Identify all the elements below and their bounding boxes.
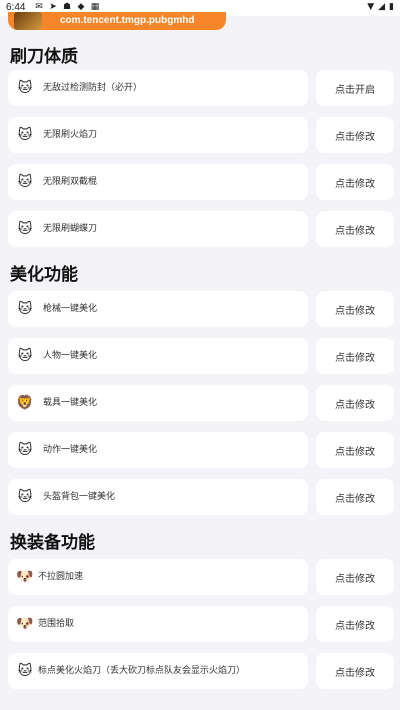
modify-button[interactable]: 点击修改	[316, 117, 394, 153]
section-title-blade: 刷刀体质	[10, 47, 78, 67]
row-label: 标点美化火焰刀（丢大砍刀标点队友会显示火焰刀）	[38, 666, 246, 676]
android-icon: ☗	[62, 2, 72, 12]
section-title-beautify: 美化功能	[10, 265, 78, 285]
row-label: 无限刷蝴蝶刀	[43, 224, 98, 234]
cat-icon: 🐱	[17, 174, 33, 190]
send-icon: ➤	[49, 2, 57, 12]
signal-icon: ◢	[378, 2, 386, 12]
cat-icon: 🐱	[17, 80, 33, 96]
cat-icon: 🐱	[17, 127, 33, 143]
row-label: 载具一键美化	[43, 398, 98, 408]
cat-icon: 🐱	[17, 489, 33, 505]
list-item: 🐶 不拉圆加速	[8, 559, 308, 595]
modify-button[interactable]: 点击修改	[316, 338, 394, 374]
row-label: 动作一键美化	[43, 445, 98, 455]
row-label: 枪械一键美化	[43, 304, 98, 314]
row-label: 头盔背包一键美化	[43, 492, 116, 502]
modify-button[interactable]: 点击修改	[316, 653, 394, 689]
row-label: 不拉圆加速	[38, 572, 84, 582]
modify-button[interactable]: 点击修改	[316, 432, 394, 468]
modify-button[interactable]: 点击修改	[316, 385, 394, 421]
cat-icon: 🐱	[17, 301, 33, 317]
lion-icon: 🦁	[16, 395, 34, 411]
status-left-icons: ✉ ➤ ☗ ◆ ▦	[34, 2, 100, 12]
modify-button[interactable]: 点击修改	[316, 211, 394, 247]
cat-icon: 🐱	[17, 442, 33, 458]
row-label: 无限刷双截棍	[43, 177, 98, 187]
wifi-icon: ▼	[367, 2, 375, 12]
row-label: 无限刷火焰刀	[43, 130, 98, 140]
list-item: 🐱 无限刷蝴蝶刀	[8, 211, 308, 247]
list-item: 🐱 枪械一键美化	[8, 291, 308, 327]
modify-button[interactable]: 点击修改	[316, 164, 394, 200]
mail-icon: ✉	[35, 2, 43, 12]
row-label: 范围拾取	[38, 619, 75, 629]
modify-button[interactable]: 点击修改	[316, 291, 394, 327]
cat-icon: 🐱	[17, 348, 33, 364]
row-label: 无敌过检测防封（必开）	[43, 83, 143, 93]
list-item: 🐱 动作一键美化	[8, 432, 308, 468]
game-logo	[14, 12, 42, 30]
list-item: 🐱 无限刷火焰刀	[8, 117, 308, 153]
list-item: 🦁 载具一键美化	[8, 385, 308, 421]
list-item: 🐱 标点美化火焰刀（丢大砍刀标点队友会显示火焰刀）	[8, 653, 308, 689]
list-item: 🐱 头盔背包一键美化	[8, 479, 308, 515]
list-item: 🐱 人物一键美化	[8, 338, 308, 374]
list-item: 🐶 范围拾取	[8, 606, 308, 642]
list-item: 🐱 无敌过检测防封（必开）	[8, 70, 308, 106]
modify-button[interactable]: 点击修改	[316, 606, 394, 642]
cat-icon: 🐱	[17, 663, 33, 679]
dog-icon: 🐶	[16, 569, 34, 585]
cat-icon: 🐱	[17, 221, 33, 237]
package-name: com.tencent.tmgp.pubgmhd	[60, 15, 195, 26]
package-banner: com.tencent.tmgp.pubgmhd	[8, 12, 226, 30]
section-title-equipment: 换装备功能	[10, 533, 95, 553]
list-item: 🐱 无限刷双截棍	[8, 164, 308, 200]
battery-icon: ▮	[389, 2, 394, 12]
row-label: 人物一键美化	[43, 351, 98, 361]
shield-icon: ◆	[77, 2, 85, 12]
dog-icon: 🐶	[16, 616, 34, 632]
modify-button[interactable]: 点击修改	[316, 479, 394, 515]
modify-button[interactable]: 点击修改	[316, 559, 394, 595]
status-right-icons: ▼ ◢ ▮	[367, 2, 394, 12]
enable-button[interactable]: 点击开启	[316, 70, 394, 106]
keyboard-icon: ▦	[90, 2, 100, 12]
